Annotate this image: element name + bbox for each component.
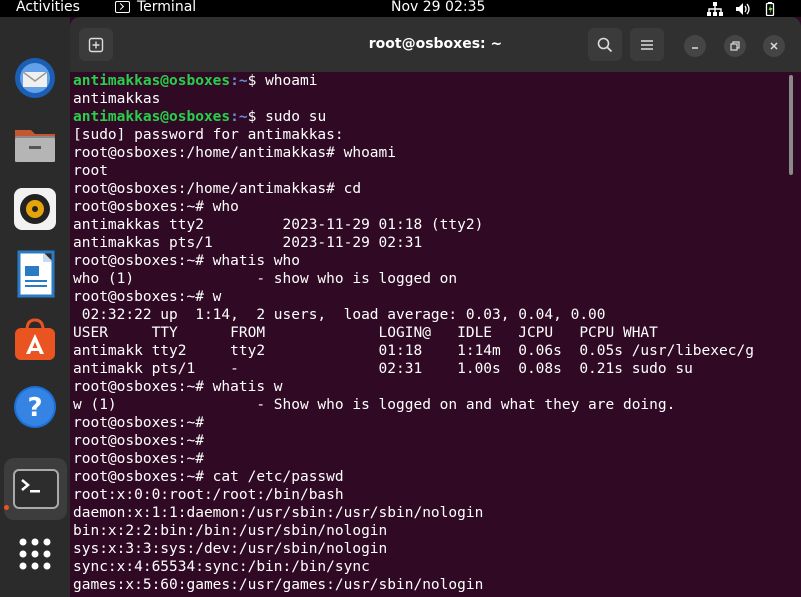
hamburger-icon	[641, 39, 653, 50]
command-text: $ sudo su	[247, 109, 327, 125]
terminal-line: antimakkas@osboxes:~$ whoami	[73, 72, 788, 90]
header-bar[interactable]: root@osboxes: ~	[70, 17, 801, 72]
terminal-line: daemon:x:1:1:daemon:/usr/sbin:/usr/sbin/…	[73, 505, 484, 521]
terminal-line: root@osboxes:/home/antimakkas# whoami	[73, 145, 397, 161]
terminal-line: root:x:0:0:root:/root:/bin/bash	[73, 487, 344, 503]
system-tray[interactable]	[707, 0, 779, 17]
activities-button[interactable]: Activities	[16, 0, 80, 15]
terminal-line: USER TTY FROM LOGIN@ IDLE JCPU PCPU WHAT	[73, 325, 658, 341]
minimize-button[interactable]	[684, 35, 706, 57]
clock[interactable]: Nov 29 02:35	[391, 0, 485, 15]
terminal-output[interactable]: antimakkas@osboxes:~$ whoami antimakkas an…	[73, 72, 788, 597]
writer-icon[interactable]	[11, 250, 59, 298]
app-name: Terminal	[137, 0, 197, 15]
terminal-line: root@osboxes:~# whatis who	[73, 253, 300, 269]
search-button[interactable]	[588, 28, 622, 61]
thunderbird-icon[interactable]	[11, 54, 59, 102]
help-icon[interactable]: ?	[11, 383, 59, 431]
terminal-line: sys:x:3:3:sys:/dev:/usr/sbin/nologin	[73, 541, 388, 557]
terminal-line: antimakk pts/1 - 02:31 1.00s 0.08s 0.21s…	[73, 361, 693, 377]
terminal-line: antimakk tty2 tty2 01:18 1:14m 0.06s 0.0…	[73, 343, 754, 359]
running-indicator	[4, 505, 9, 510]
terminal-line: root@osboxes:~# w	[73, 289, 222, 305]
prompt-path: :~	[230, 109, 248, 125]
terminal-line: root	[73, 163, 108, 179]
terminal-line: antimakkas	[73, 91, 161, 107]
terminal-line: root@osboxes:~#	[73, 433, 204, 449]
prompt-user: antimakkas@osboxes	[73, 73, 231, 89]
terminal-line: root@osboxes:~# cat /etc/passwd	[73, 469, 344, 485]
menu-button[interactable]	[630, 28, 664, 61]
prompt-user: antimakkas@osboxes	[73, 109, 231, 125]
terminal-line: antimakkas@osboxes:~$ sudo su	[73, 108, 788, 126]
terminal-line: root@osboxes:/home/antimakkas# cd	[73, 181, 362, 197]
terminal-line: [sudo] password for antimakkas:	[73, 127, 344, 143]
files-icon[interactable]	[11, 120, 59, 168]
close-button[interactable]	[763, 35, 785, 57]
terminal-line: root@osboxes:~#	[73, 415, 204, 431]
terminal-line: 02:32:22 up 1:14, 2 users, load average:…	[73, 307, 606, 323]
terminal-line: who (1) - show who is logged on	[73, 271, 458, 287]
terminal-line: w (1) - Show who is logged on and what t…	[73, 397, 676, 413]
svg-text:?: ?	[27, 393, 42, 423]
terminal-app-icon	[115, 1, 130, 13]
terminal-line: bin:x:2:2:bin:/bin:/usr/sbin/nologin	[73, 523, 388, 539]
minimize-icon	[692, 47, 698, 49]
network-icon[interactable]	[707, 1, 723, 16]
terminal-line: sync:x:4:65534:sync:/bin:/bin/sync	[73, 559, 370, 575]
rhythmbox-icon[interactable]	[11, 185, 59, 233]
app-menu[interactable]: Terminal	[115, 0, 196, 15]
prompt-path: :~	[230, 73, 248, 89]
software-icon[interactable]	[11, 316, 59, 364]
close-icon	[770, 42, 778, 50]
terminal-line: antimakkas tty2 2023-11-29 01:18 (tty2)	[73, 217, 484, 233]
terminal-line: root@osboxes:~# who	[73, 199, 239, 215]
terminal-icon[interactable]	[4, 458, 67, 520]
battery-icon[interactable]	[763, 1, 779, 16]
terminal-line: antimakkas pts/1 2023-11-29 02:31	[73, 235, 423, 251]
dock: ?	[0, 17, 70, 597]
terminal-line: games:x:5:60:games:/usr/games:/usr/sbin/…	[73, 577, 484, 593]
restore-icon	[730, 41, 740, 51]
search-icon	[597, 37, 613, 52]
maximize-button[interactable]	[724, 35, 746, 57]
terminal-window: root@osboxes: ~ antimakkas@osboxes:~$ wh…	[70, 17, 801, 597]
top-bar: Activities Terminal Nov 29 02:35	[0, 0, 801, 17]
app-grid-icon[interactable]	[11, 530, 59, 578]
scrollbar[interactable]	[789, 75, 793, 175]
volume-icon[interactable]	[735, 2, 751, 16]
terminal-line: root@osboxes:~# whatis w	[73, 379, 283, 395]
terminal-line: root@osboxes:~#	[73, 451, 204, 467]
command-text: $ whoami	[247, 73, 318, 89]
